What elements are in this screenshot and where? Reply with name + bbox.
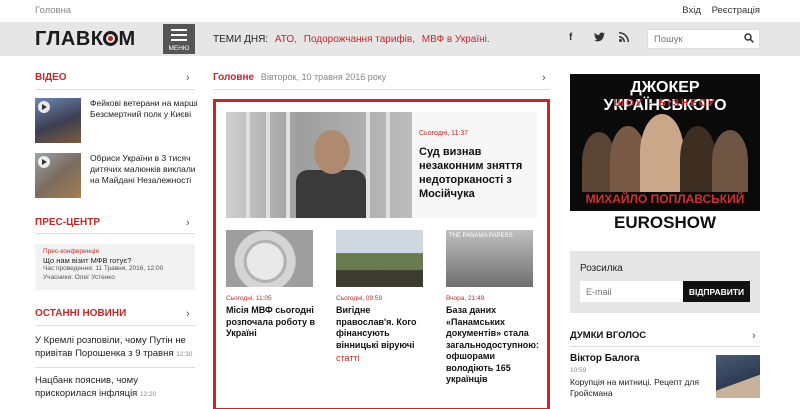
ad-name: МИХАЙЛО ПОПЛАВСЬКИЙ [585,192,745,206]
divider [570,346,760,347]
main-section-title[interactable]: Головне [213,72,254,83]
topics-of-day: ТЕМИ ДНЯ: АТО, Подорожчання тарифів, МВФ… [213,34,490,45]
email-field[interactable] [580,281,683,302]
video-item[interactable]: Обриси України в 3 тисяч дитячих малюнкі… [35,153,196,198]
imf-logo-image [226,230,313,287]
card-meta: Сьогодні, 09:59 [336,295,383,302]
play-icon [38,156,50,168]
hamburger-icon [171,29,187,44]
divider [35,325,195,326]
author-avatar [716,355,760,398]
auth-links: Вхід Реєстрація [682,5,760,16]
image-caption: THE PANAMA PAPERS [449,233,513,239]
main-date: Вівторок, 10 травня 2016 року [260,72,387,82]
latest-section-title[interactable]: Останні новини [35,308,126,319]
search-input[interactable] [648,30,738,48]
card-title[interactable]: База даних «Панамських документів» стала… [446,305,539,386]
search-icon[interactable] [744,33,754,46]
newsletter-label: Розсилка [580,263,623,274]
topic-link[interactable]: Подорожчання тарифів [304,34,412,45]
twitter-icon[interactable] [594,32,605,45]
video-title: Фейкові ветерани на марші Безсмертний по… [90,98,198,119]
news-item[interactable]: У Кремлі розповіли, чому Путін не привіт… [35,335,195,361]
site-header: ГЛАВК М МЕНЮ ТЕМИ ДНЯ: АТО, Подорожчання … [0,22,800,56]
press-participants: Учасники: Олег Устенко [43,273,115,281]
press-section-title[interactable]: Прес-центр [35,217,100,228]
menu-button[interactable]: МЕНЮ [163,24,195,54]
news-title: У Кремлі розповіли, чому Путін не привіт… [35,335,186,359]
main-section-header: Головне Вівторок, 10 травня 2016 року [213,72,386,83]
hero-meta: Сьогодні, 11:37 [419,130,469,137]
ad-show-title: EUROSHOW POPLAVSKY [570,211,760,235]
video-thumbnail [35,153,81,198]
card-tag[interactable]: статтi [336,353,426,363]
topic-link[interactable]: МВФ в Україні. [422,34,490,45]
home-link[interactable]: Головна [35,5,71,16]
topics-label: ТЕМИ ДНЯ: [213,34,269,45]
card-title[interactable]: Місія МВФ сьогодні розпочала роботу в Ук… [226,305,316,340]
site-logo[interactable]: ГЛАВК М [35,28,136,51]
newsletter-box: Розсилка ВІДПРАВИТИ [570,251,760,313]
logo-o-icon [103,31,119,46]
advertisement-banner[interactable]: ДЖОКЕР УКРАЇНСЬКОГО ШОУ - БІЗНЕСУ МИХАЙЛ… [570,74,760,235]
church-image [336,230,423,287]
press-time: Час проведення: 11 Травня, 2016, 12:00 [43,265,164,273]
news-time: 12:20 [139,390,157,398]
ad-headline: ДЖОКЕР УКРАЇНСЬКОГО [603,79,727,114]
article-card[interactable]: Сьогодні, 09:59 Вигідне православ'я. Ког… [336,230,426,363]
news-time: 12:30 [176,350,193,358]
divider [35,233,195,234]
topic-link[interactable]: АТО [275,34,294,45]
divider [213,89,550,90]
card-title[interactable]: Вигідне православ'я. Кого фінансують він… [336,305,426,351]
facebook-icon[interactable]: f [569,32,572,43]
news-title: Нацбанк пояснив, чому прискорилася інфля… [35,375,138,399]
chevron-right-icon[interactable]: › [186,308,190,320]
article-card[interactable]: Сьогодні, 11:05 Місія МВФ сьогодні розпо… [226,230,316,340]
ad-people-image [570,112,760,192]
hero-title[interactable]: Суд визнав незаконним зняття недоторкано… [419,145,537,201]
opinions-section-title[interactable]: ДУМКИ ВГОЛОС [570,330,646,341]
video-item[interactable]: Фейкові ветерани на марші Безсмертний по… [35,98,198,143]
card-meta: Вчора, 21:49 [446,295,485,302]
press-card[interactable]: Прес-конференція Що нам візит МФВ готує?… [35,244,195,290]
ad-subheadline: ШОУ - БІЗНЕСУ [613,98,717,109]
hero-image [226,112,412,218]
video-thumbnail [35,98,81,143]
menu-label: МЕНЮ [168,45,190,52]
article-card[interactable]: THE PANAMA PAPERS Вчора, 21:49 База дани… [446,230,539,386]
opinion-item[interactable]: Віктор Балога 10:59 Корупція на митниці.… [570,353,760,399]
chevron-right-icon[interactable]: › [186,72,190,84]
send-button[interactable]: ВІДПРАВИТИ [683,281,750,302]
register-link[interactable]: Реєстрація [712,5,760,16]
video-section-title[interactable]: Відео [35,72,67,83]
search-box [647,29,760,49]
top-bar: Головна Вхід Реєстрація [0,0,800,22]
chevron-right-icon[interactable]: › [186,217,190,229]
play-icon [38,101,50,113]
divider [35,89,195,90]
card-meta: Сьогодні, 11:05 [226,295,272,302]
hero-article[interactable]: Сьогодні, 11:37 Суд визнав незаконним зн… [226,112,537,218]
chevron-right-icon[interactable]: › [542,72,546,84]
video-title: Обриси України в 3 тисяч дитячих малюнкі… [90,153,196,185]
news-item[interactable]: Нацбанк пояснив, чому прискорилася інфля… [35,375,195,401]
divider [35,367,195,368]
panama-papers-image: THE PANAMA PAPERS [446,230,533,287]
rss-icon[interactable] [619,32,629,45]
opinion-title[interactable]: Корупція на митниці. Рецепт для Гройсман… [570,377,700,399]
press-question: Що нам візит МФВ готує? [43,255,132,265]
chevron-right-icon[interactable]: › [752,330,756,342]
login-link[interactable]: Вхід [682,5,701,16]
